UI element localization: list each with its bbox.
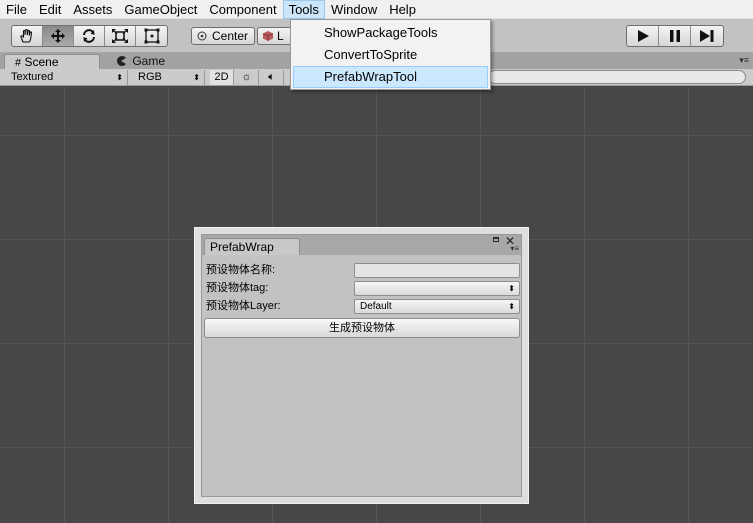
menu-edit[interactable]: Edit	[33, 0, 67, 19]
shading-mode-dropdown[interactable]: Textured ⬍	[6, 70, 128, 85]
scene-grid-icon: #	[15, 57, 22, 69]
menu-help[interactable]: Help	[383, 0, 422, 19]
menu-bar: File Edit Assets GameObject Component To…	[0, 0, 753, 19]
gizmo-search-field[interactable]	[488, 70, 746, 84]
scale-icon	[112, 29, 128, 43]
chevron-updown-icon: ⬍	[508, 284, 515, 293]
tab-scene-label: Scene	[24, 55, 59, 69]
game-pacman-icon	[116, 55, 126, 66]
menu-item-show-package-tools[interactable]: ShowPackageTools	[293, 22, 488, 44]
pivot-space-label: L	[277, 29, 284, 43]
prefab-layer-label: 预设物体Layer:	[206, 300, 281, 312]
window-options-icon[interactable]: ▾≡	[510, 244, 519, 253]
menu-component[interactable]: Component	[203, 0, 282, 19]
tab-game[interactable]: Game	[106, 54, 202, 69]
step-icon	[700, 30, 714, 42]
scene-audio-toggle[interactable]: 🔈︎	[260, 70, 284, 85]
rotate-icon	[83, 29, 95, 43]
menu-window[interactable]: Window	[325, 0, 383, 19]
chevron-updown-icon: ⬍	[193, 73, 200, 82]
pivot-mode-button[interactable]: Center	[191, 27, 255, 45]
menu-item-convert-to-sprite[interactable]: ConvertToSprite	[293, 44, 488, 66]
tab-scene[interactable]: # Scene	[4, 54, 100, 69]
prefab-layer-dropdown[interactable]: Default ⬍	[354, 299, 520, 314]
scale-tool-button[interactable]	[105, 26, 136, 46]
prefab-layer-value: Default	[360, 301, 392, 312]
prefab-wrap-panel: PrefabWrap ✕ ▾≡ 预设物体名称: 预设物体tag: ⬍ 预设物体L…	[201, 234, 522, 497]
local-cube-icon	[262, 30, 274, 42]
menu-assets[interactable]: Assets	[67, 0, 118, 19]
pivot-mode-label: Center	[212, 29, 249, 43]
step-button[interactable]	[691, 26, 723, 46]
rect-tool-button[interactable]	[136, 26, 167, 46]
pause-button[interactable]	[659, 26, 691, 46]
render-mode-dropdown[interactable]: RGB ⬍	[133, 70, 205, 85]
play-button[interactable]	[627, 26, 659, 46]
pivot-space-button[interactable]: L	[257, 27, 293, 45]
prefab-name-label: 预设物体名称:	[206, 264, 276, 276]
menu-file[interactable]: File	[0, 0, 33, 19]
pause-icon	[669, 30, 680, 42]
speaker-icon: 🔈︎	[268, 71, 275, 83]
mode-2d-toggle[interactable]: 2D	[210, 70, 234, 85]
tab-options-icon[interactable]: ▾≡	[739, 55, 749, 66]
maximize-icon[interactable]	[493, 237, 499, 242]
pivot-center-icon	[196, 30, 208, 42]
move-arrows-icon	[51, 29, 65, 43]
transform-tools	[11, 25, 168, 47]
scene-lighting-toggle[interactable]: ☼	[235, 70, 259, 85]
prefab-wrap-window: PrefabWrap ✕ ▾≡ 预设物体名称: 预设物体tag: ⬍ 预设物体L…	[194, 227, 529, 504]
tab-game-label: Game	[132, 54, 166, 68]
prefab-wrap-tab[interactable]: PrefabWrap	[204, 238, 300, 255]
prefab-name-field[interactable]	[354, 263, 520, 278]
hand-tool-button[interactable]	[12, 26, 43, 46]
rotate-tool-button[interactable]	[74, 26, 105, 46]
playback-controls	[626, 25, 724, 47]
menu-item-prefab-wrap-tool[interactable]: PrefabWrapTool	[293, 66, 488, 88]
generate-prefab-button[interactable]: 生成预设物体	[204, 318, 520, 338]
menu-gameobject[interactable]: GameObject	[118, 0, 203, 19]
prefab-tag-label: 预设物体tag:	[206, 282, 269, 294]
play-icon	[637, 30, 649, 42]
prefab-tag-dropdown[interactable]: ⬍	[354, 281, 520, 296]
prefab-wrap-tab-bar: PrefabWrap ✕ ▾≡	[202, 234, 521, 255]
tools-menu-dropdown: ShowPackageTools ConvertToSprite PrefabW…	[290, 19, 491, 90]
chevron-updown-icon: ⬍	[116, 73, 123, 82]
menu-tools[interactable]: Tools	[282, 0, 325, 19]
hand-icon	[20, 28, 33, 43]
chevron-updown-icon: ⬍	[508, 302, 515, 311]
move-tool-button[interactable]	[43, 26, 74, 46]
rect-transform-icon	[144, 28, 159, 44]
sun-icon: ☼	[241, 71, 252, 83]
render-mode-value: RGB	[138, 71, 162, 83]
shading-mode-value: Textured	[11, 71, 54, 83]
